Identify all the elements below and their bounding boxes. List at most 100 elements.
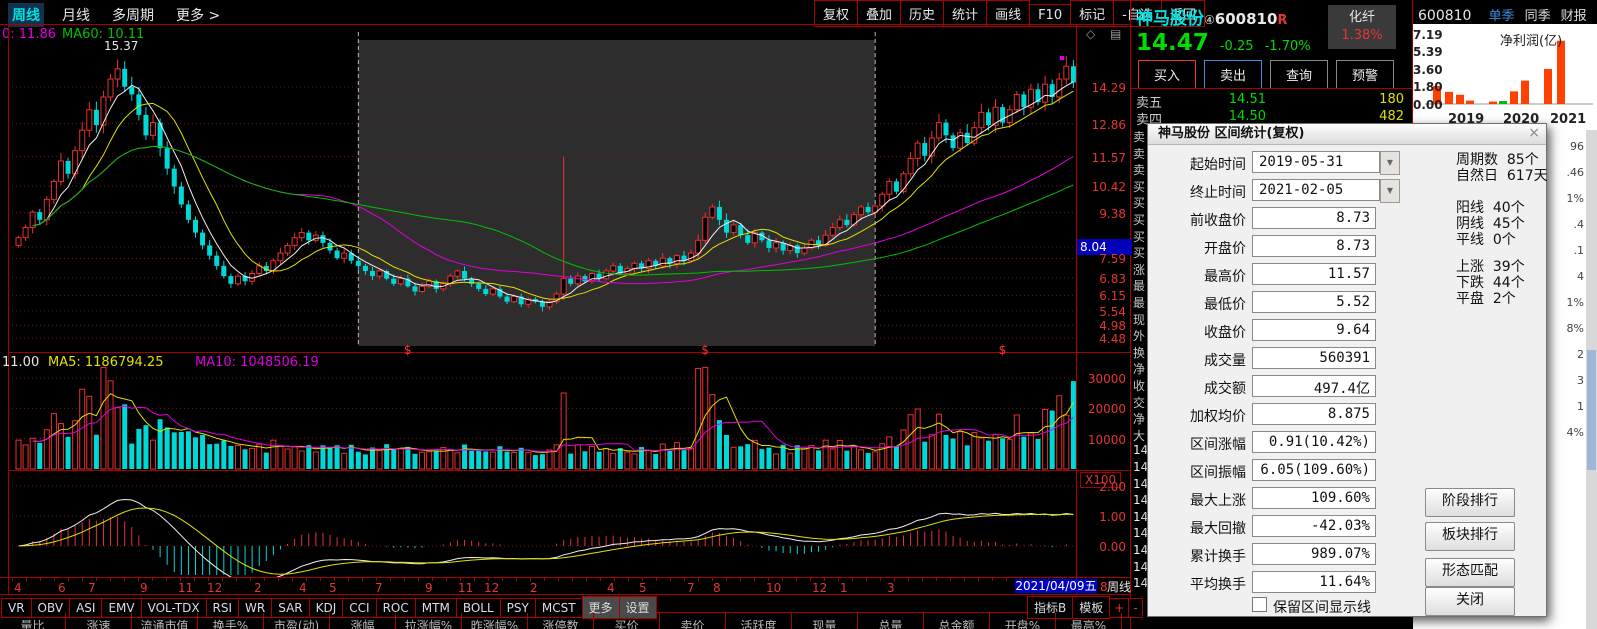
mini-chart-title: 净利润(亿) <box>1500 30 1562 49</box>
vol-ma5-header: MA5: 1186794.25 <box>48 356 163 369</box>
financial-partial-value: 4 <box>1548 270 1584 283</box>
net-profit-bar <box>1510 91 1518 104</box>
book-icon[interactable]: ▤ <box>1110 28 1121 40</box>
date-tick-mark <box>810 578 811 581</box>
date-tick-mark <box>1006 578 1007 581</box>
status-cell-昨涨幅%[interactable]: 昨涨幅% <box>462 613 528 629</box>
date-tick-mark <box>12 578 13 581</box>
tool-button-复权[interactable]: 复权 <box>814 0 858 27</box>
status-cell-开盘%[interactable]: 开盘% <box>990 613 1056 629</box>
stock-r-flag: R <box>1277 13 1287 28</box>
stock-name[interactable]: 神马股份 <box>1136 9 1204 29</box>
status-bar: 量比涨速流通市值换手%市盈(动)涨幅拉涨幅%昨涨幅%涨停数买价卖价活跃度现量总量… <box>0 613 1130 629</box>
date-tick-mark <box>320 578 321 581</box>
dialog-button-阶段排行[interactable]: 阶段排行 <box>1425 488 1515 517</box>
price-axis-label: 12.86 <box>1080 118 1126 132</box>
trade-button-买入[interactable]: 买入 <box>1138 60 1196 89</box>
dialog-field-终止时间[interactable]: 2021-02-05 <box>1252 179 1380 201</box>
sliver-text: 交 <box>1133 394 1145 411</box>
price-axis-label: 11.57 <box>1080 151 1126 165</box>
date-highlight: 2021/04/09五 <box>1015 579 1097 593</box>
status-cell-换手%[interactable]: 换手% <box>198 613 264 629</box>
status-cell-现量[interactable]: 现量 <box>792 613 858 629</box>
financial-partial-value: 1% <box>1548 296 1584 309</box>
status-cell-总量[interactable]: 总量 <box>858 613 924 629</box>
date-tick-label: 5 <box>639 581 647 595</box>
date-tick-label: 4 <box>299 581 307 595</box>
sliver-text: 外 <box>1133 327 1145 344</box>
dialog-button-板块排行[interactable]: 板块排行 <box>1425 522 1515 551</box>
sliver-text: 买 <box>1133 178 1145 195</box>
status-cell-拉涨幅%[interactable]: 拉涨幅% <box>396 613 462 629</box>
date-tick-mark <box>572 578 573 581</box>
date-tick-mark <box>194 578 195 581</box>
industry-change: 1.38% <box>1328 29 1396 42</box>
mini-tab-同季[interactable]: 同季 <box>1525 9 1551 24</box>
indicator-right--[interactable]: - <box>1128 598 1142 618</box>
trade-button-预警[interactable]: 预警 <box>1336 60 1394 89</box>
dialog-field-成交额: 497.4亿 <box>1252 375 1376 397</box>
net-profit-bar <box>1544 69 1552 104</box>
dialog-close-icon[interactable]: × <box>1528 125 1540 141</box>
keep-lines-checkbox[interactable] <box>1252 597 1267 612</box>
mini-tabs: 单季同季财报更多.. <box>1489 5 1597 24</box>
date-tick-mark <box>502 578 503 581</box>
trade-button-查询[interactable]: 查询 <box>1270 60 1328 89</box>
status-cell-总金额[interactable]: 总金额 <box>924 613 990 629</box>
trade-button-卖出[interactable]: 卖出 <box>1204 60 1262 89</box>
tool-button-标记[interactable]: 标记 <box>1070 0 1114 27</box>
dropdown-arrow-icon[interactable]: ▼ <box>1380 179 1400 203</box>
date-tick-label: 1 <box>840 581 848 595</box>
date-tick-mark <box>278 578 279 581</box>
tool-button-历史[interactable]: 历史 <box>900 0 944 27</box>
net-profit-bar <box>1456 95 1464 104</box>
status-cell-市盈(动)[interactable]: 市盈(动) <box>264 613 330 629</box>
status-cell-买价[interactable]: 买价 <box>594 613 660 629</box>
dialog-button-形态匹配[interactable]: 形态匹配 <box>1425 558 1515 587</box>
date-tick-mark <box>110 578 111 581</box>
status-cell-活跃度[interactable]: 活跃度 <box>726 613 792 629</box>
status-cell-涨幅[interactable]: 涨幅 <box>330 613 396 629</box>
price-axis-label: 5.54 <box>1080 305 1126 319</box>
dialog-label-累计换手: 累计换手 <box>1166 546 1246 566</box>
date-tick-label: 2 <box>530 581 538 595</box>
date-tick-label: 12 <box>812 581 827 595</box>
date-tick-mark <box>236 578 237 581</box>
mini-ytick: 0.00 <box>1413 98 1443 112</box>
main-candlestick-chart[interactable]: $$$ <box>8 24 1076 594</box>
date-tick-mark <box>782 578 783 581</box>
status-cell-卖价[interactable]: 卖价 <box>660 613 726 629</box>
mini-code: 600810 <box>1418 8 1471 24</box>
financial-partial-value: 96 <box>1548 140 1584 153</box>
vol-ma10-header: MA10: 1048506.19 <box>195 356 319 369</box>
date-tick-mark <box>54 578 55 581</box>
mini-tab-财报[interactable]: 财报 <box>1561 9 1587 24</box>
status-cell-最高%[interactable]: 最高% <box>1056 613 1122 629</box>
indicator-axis-label: 0.00 <box>1080 540 1126 554</box>
dialog-label-最高价: 最高价 <box>1166 266 1246 286</box>
tool-button-统计[interactable]: 统计 <box>943 0 987 27</box>
dropdown-arrow-icon[interactable]: ▼ <box>1380 151 1400 175</box>
dialog-field-起始时间[interactable]: 2019-05-31 <box>1252 151 1380 173</box>
mini-tab-单季[interactable]: 单季 <box>1489 9 1515 24</box>
sliver-text: 收 <box>1133 377 1145 394</box>
dividend-marker-icon: $ <box>701 343 709 357</box>
status-cell-流通市值[interactable]: 流通市值 <box>132 613 198 629</box>
status-cell-涨停数[interactable]: 涨停数 <box>528 613 594 629</box>
scrollbar-thumb[interactable] <box>1587 350 1596 470</box>
tool-button-叠加[interactable]: 叠加 <box>857 0 901 27</box>
diamond-icon[interactable]: ◇ <box>1086 28 1095 40</box>
dialog-title[interactable]: 神马股份 区间统计(复权) <box>1148 124 1546 145</box>
date-tick-label: 7 <box>375 581 383 595</box>
mini-ytick: 5.39 <box>1413 45 1443 59</box>
dialog-button-关闭[interactable]: 关闭 <box>1425 587 1515 616</box>
status-cell-涨速[interactable]: 涨速 <box>66 613 132 629</box>
industry-box[interactable]: 化纤 1.38% <box>1328 5 1396 49</box>
dialog-label-区间涨幅: 区间涨幅 <box>1166 434 1246 454</box>
tool-button-画线[interactable]: 画线 <box>986 0 1030 27</box>
dialog-label-开盘价: 开盘价 <box>1166 238 1246 258</box>
scrollbar-track[interactable] <box>1586 130 1597 629</box>
date-tick-label: 9 <box>425 581 433 595</box>
dialog-label-最大回撤: 最大回撤 <box>1166 518 1246 538</box>
status-cell-量比[interactable]: 量比 <box>0 613 66 629</box>
